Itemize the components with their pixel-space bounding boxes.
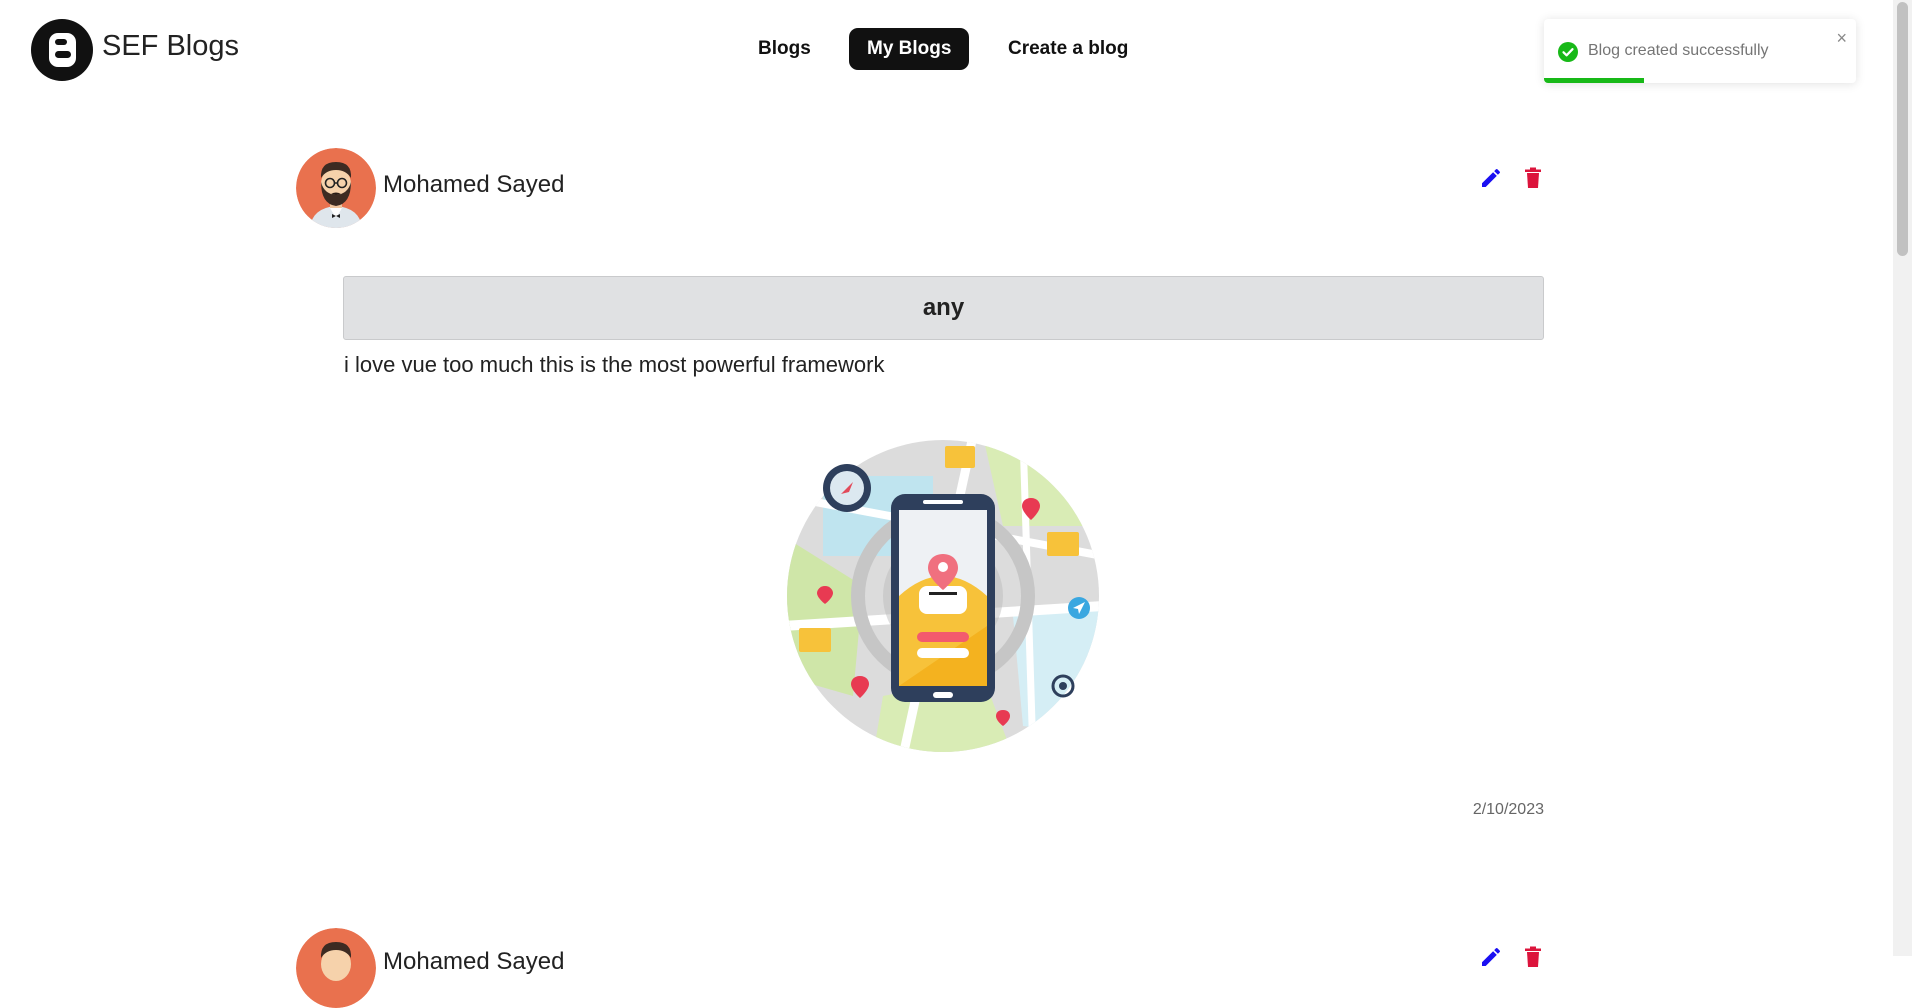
avatar — [296, 928, 376, 1008]
avatar — [296, 148, 376, 228]
author-name: Mohamed Sayed — [383, 171, 565, 198]
author-name: Mohamed Sayed — [383, 948, 565, 975]
scrollbar-thumb[interactable] — [1897, 2, 1908, 256]
nav-my-blogs[interactable]: My Blogs — [849, 28, 970, 70]
post-title: any — [343, 276, 1544, 340]
toast-message: Blog created successfully — [1588, 42, 1769, 59]
post-date: 2/10/2023 — [1472, 801, 1544, 818]
page-scrollbar[interactable] — [1893, 0, 1912, 956]
delete-trash-icon[interactable] — [1521, 166, 1545, 190]
edit-pencil-icon[interactable] — [1479, 945, 1503, 969]
delete-trash-icon[interactable] — [1521, 945, 1545, 969]
toast-close-button[interactable]: × — [1836, 29, 1847, 47]
edit-pencil-icon[interactable] — [1479, 166, 1503, 190]
toast-progress-bar — [1544, 78, 1644, 83]
nav-blogs[interactable]: Blogs — [740, 28, 829, 70]
post-body: i love vue too much this is the most pow… — [344, 352, 885, 377]
check-circle-icon — [1558, 42, 1578, 62]
nav-create-blog[interactable]: Create a blog — [990, 28, 1146, 70]
success-toast: Blog created successfully × — [1544, 19, 1856, 83]
map-phone-illustration — [787, 440, 1099, 752]
